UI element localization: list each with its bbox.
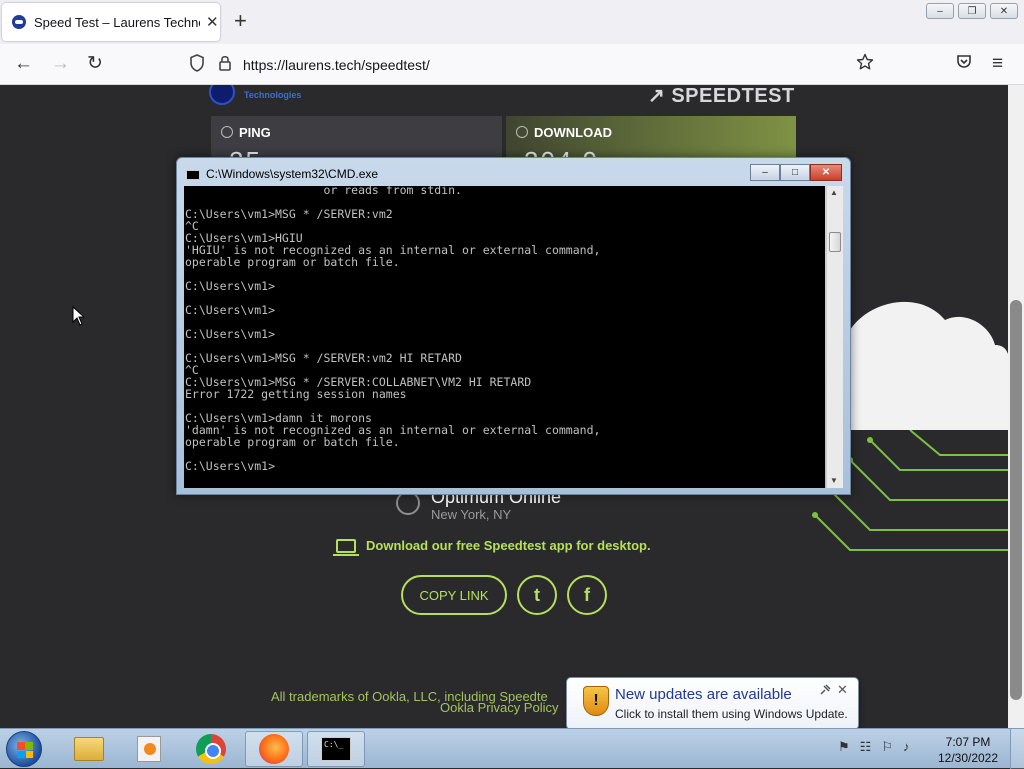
options-icon[interactable] (819, 684, 831, 696)
system-tray: ⚑ ☷ ⚐ ♪ (838, 739, 909, 755)
reload-icon[interactable]: ↻ (87, 53, 103, 75)
cmd-minimize-button[interactable]: – (750, 164, 780, 181)
cmd-line: C:\Users\vm1> (185, 279, 276, 293)
cmd-line: operable program or batch file. (185, 255, 400, 269)
taskbar-firefox[interactable] (245, 731, 303, 767)
show-desktop-button[interactable] (1010, 729, 1024, 769)
chrome-icon (196, 734, 226, 764)
cmd-output: or reads from stdin. C:\Users\vm1>MSG * … (185, 186, 600, 472)
cmd-line: C:\Users\vm1> (185, 327, 276, 341)
volume-icon[interactable]: ♪ (903, 739, 910, 755)
minimize-button[interactable]: – (926, 3, 954, 19)
copy-link-button[interactable]: COPY LINK (401, 575, 507, 615)
laptop-icon (333, 538, 359, 556)
browser-tab-bar: Speed Test – Laurens Technolog ✕ + – ❐ ✕ (0, 0, 1024, 44)
facebook-share-button[interactable]: f (567, 575, 607, 615)
tab-speed-test[interactable]: Speed Test – Laurens Technolog ✕ (2, 3, 220, 41)
firefox-icon (259, 734, 289, 764)
clock-time: 7:07 PM (945, 735, 991, 749)
update-notification[interactable]: ! New updates are available Click to ins… (566, 677, 859, 730)
download-app-text[interactable]: Download our free Speedtest app for desk… (366, 538, 651, 553)
media-player-icon (137, 736, 161, 762)
ping-label: PING (239, 125, 271, 140)
cmd-scrollbar[interactable]: ▲ ▼ (826, 186, 843, 488)
page-scrollbar-thumb[interactable] (1010, 300, 1022, 700)
notification-close-icon[interactable]: ✕ (837, 682, 848, 698)
windows-logo-icon (17, 742, 33, 758)
site-favicon-icon (12, 15, 26, 29)
windows-taskbar: C:\_ ⚑ ☷ ⚐ ♪ 7:07 PM 12/30/2022 (0, 728, 1024, 769)
notification-subtitle[interactable]: Click to install them using Windows Upda… (615, 707, 848, 721)
cmd-line: Error 1722 getting session names (185, 387, 407, 401)
cmd-window[interactable]: C:\Windows\system32\CMD.exe – □ ✕ or rea… (176, 157, 851, 495)
twitter-share-button[interactable]: t (517, 575, 557, 615)
network-icon[interactable]: ☷ (860, 739, 872, 755)
close-window-button[interactable]: ✕ (990, 3, 1018, 19)
tracking-shield-icon[interactable] (189, 54, 205, 72)
cmd-line: C:\Users\vm1>MSG * /SERVER:vm2 HI RETARD (185, 351, 462, 365)
back-icon[interactable]: ← (14, 53, 33, 75)
app-menu-icon[interactable]: ≡ (992, 53, 1003, 75)
pocket-icon[interactable] (956, 53, 972, 69)
new-tab-button[interactable]: + (234, 10, 247, 32)
taskbar-explorer[interactable] (60, 731, 118, 767)
download-app-link[interactable]: Download our free Speedtest app for desk… (333, 538, 651, 556)
cmd-line: or reads from stdin. (185, 186, 462, 197)
mouse-cursor-icon (72, 306, 84, 326)
bookmark-star-icon[interactable] (856, 53, 874, 71)
facebook-icon: f (584, 584, 590, 605)
clock[interactable]: 7:07 PM 12/30/2022 (930, 734, 1006, 766)
start-button[interactable] (6, 731, 42, 767)
cmd-window-title: C:\Windows\system32\CMD.exe (206, 167, 379, 181)
download-label: DOWNLOAD (534, 125, 612, 140)
cmd-close-button[interactable]: ✕ (810, 164, 842, 181)
isp-location: New York, NY (431, 507, 512, 522)
taskbar-media-player[interactable] (120, 731, 178, 767)
privacy-policy-link[interactable]: Ookla Privacy Policy (440, 700, 558, 715)
taskbar-cmd[interactable]: C:\_ (307, 731, 365, 767)
address-bar[interactable]: https://laurens.tech/speedtest/ (184, 50, 882, 80)
tab-close-icon[interactable]: ✕ (206, 13, 219, 31)
cmd-line: C:\Users\vm1> (185, 459, 276, 473)
scroll-up-icon[interactable]: ▲ (830, 188, 838, 197)
speedtest-brand: ↗ SPEEDTEST (648, 85, 795, 107)
company-logo-icon (209, 85, 235, 105)
twitter-icon: t (534, 584, 540, 605)
ping-icon (221, 126, 233, 138)
cmd-scrollbar-thumb[interactable] (829, 232, 841, 252)
cmd-line: C:\Users\vm1> (185, 303, 276, 317)
cmd-maximize-button[interactable]: □ (780, 164, 810, 181)
cmd-line: C:\Users\vm1>MSG * /SERVER:vm2 (185, 207, 393, 221)
cmd-window-icon (186, 170, 200, 180)
cmd-console[interactable]: or reads from stdin. C:\Users\vm1>MSG * … (184, 186, 825, 488)
cmd-line: operable program or batch file. (185, 435, 400, 449)
scroll-down-icon[interactable]: ▼ (830, 476, 838, 485)
lock-icon[interactable] (218, 54, 232, 72)
url-text[interactable]: https://laurens.tech/speedtest/ (243, 57, 430, 73)
forward-icon[interactable]: → (51, 53, 70, 75)
maximize-button[interactable]: ❐ (958, 3, 986, 19)
folder-icon (74, 737, 104, 761)
company-logo-text: Technologies (244, 90, 302, 100)
window-controls: – ❐ ✕ (926, 3, 1018, 19)
warning-shield-icon: ! (583, 686, 609, 716)
taskbar-chrome[interactable] (182, 731, 240, 767)
cmd-window-controls: – □ ✕ (750, 164, 842, 181)
update-flag-icon[interactable]: ⚑ (838, 739, 850, 755)
action-center-icon[interactable]: ⚐ (881, 739, 893, 755)
cmd-icon: C:\_ (321, 737, 351, 761)
cloud-illustration-icon (850, 301, 1008, 430)
notification-title[interactable]: New updates are available (615, 686, 792, 703)
browser-nav-bar: ← → ↻ https://laurens.tech/speedtest/ ≡ (0, 44, 1024, 85)
clock-date: 12/30/2022 (937, 751, 999, 765)
tab-title: Speed Test – Laurens Technolog (34, 14, 200, 30)
download-icon (516, 126, 528, 138)
